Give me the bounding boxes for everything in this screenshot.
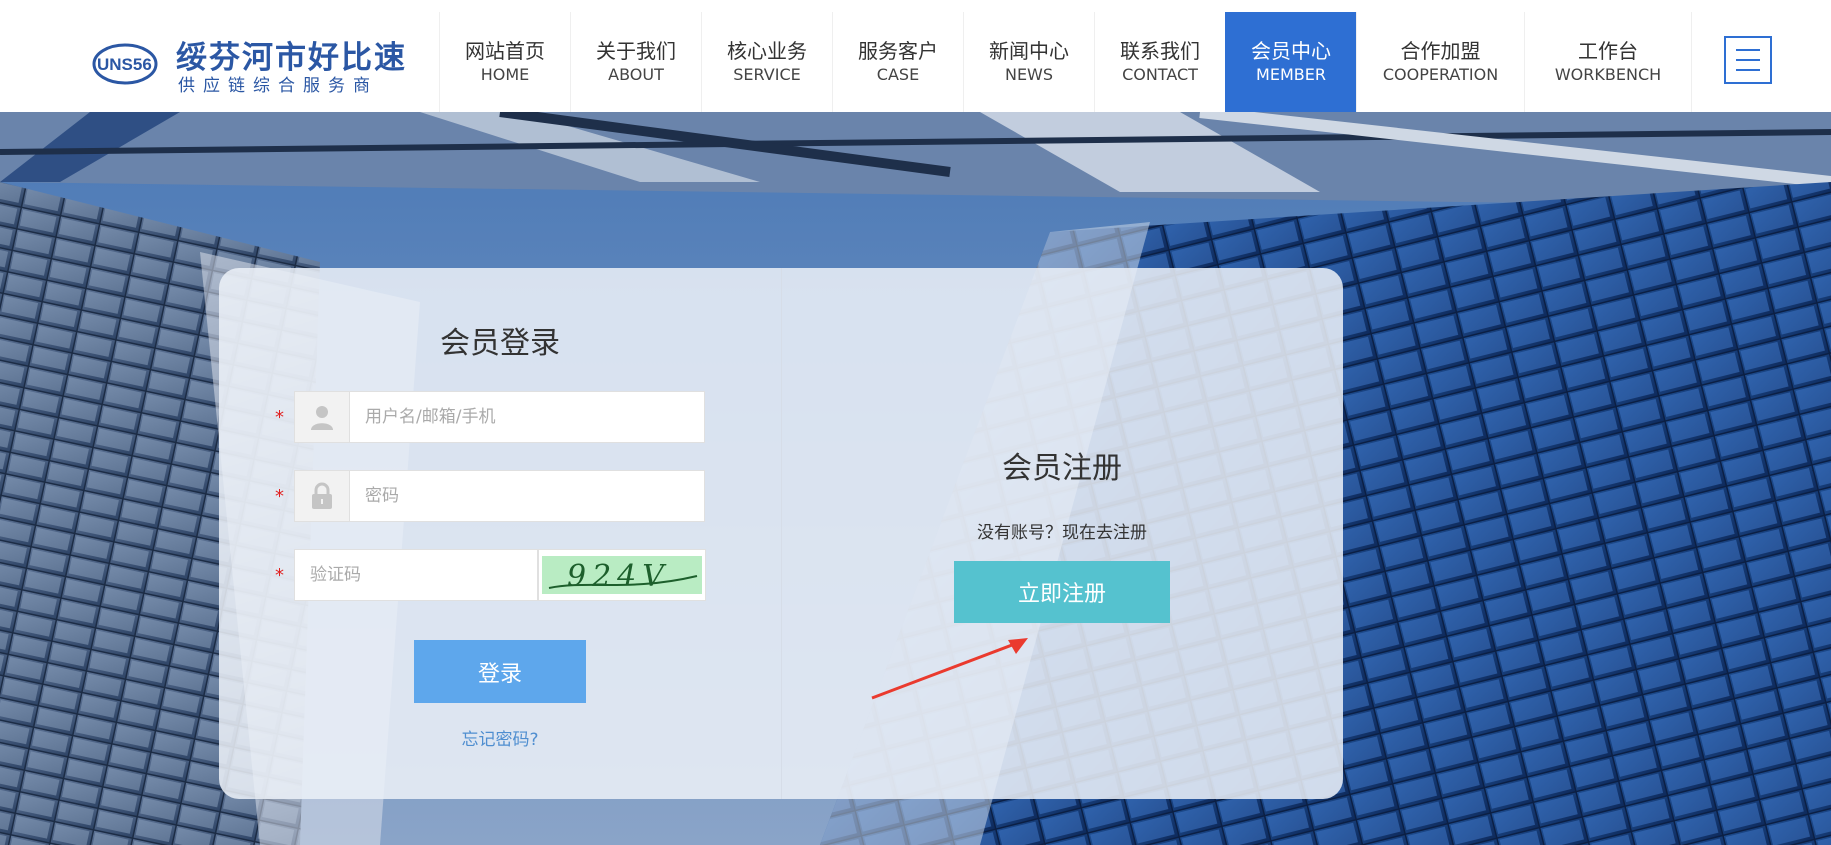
annotation-arrow-icon (871, 638, 1028, 700)
nav-label-en: NEWS (1004, 65, 1054, 84)
nav-label-en: WORKBENCH (1554, 65, 1662, 84)
register-title: 会员注册 (1002, 451, 1122, 486)
nav-label-zh: 会员中心 (1251, 39, 1331, 63)
nav-label-en: ABOUT (608, 65, 664, 84)
nav-item-about[interactable]: 关于我们 ABOUT (570, 12, 701, 112)
nav-label-zh: 新闻中心 (989, 39, 1069, 63)
logo-mark-text: UNS56 (97, 55, 152, 74)
nav-label-en: HOME (480, 65, 530, 84)
password-input[interactable] (350, 471, 667, 521)
nav-item-cooperation[interactable]: 合作加盟 COOPERATION (1356, 12, 1524, 112)
captcha-input[interactable] (295, 550, 532, 600)
menu-bar (1736, 69, 1760, 71)
nav-label-en: CONTACT (1122, 65, 1198, 84)
site-logo[interactable]: UNS56 绥芬河市好比速 供应链综合服务商 (92, 30, 412, 96)
site-header: UNS56 绥芬河市好比速 供应链综合服务商 网站首页 HOME 关于我们 ABOU… (0, 0, 1831, 112)
nav-item-contact[interactable]: 联系我们 CONTACT (1094, 12, 1225, 112)
hamburger-menu-icon[interactable] (1724, 36, 1772, 84)
required-mark: * (275, 565, 284, 586)
nav-label-en: SERVICE (733, 65, 801, 84)
nav-item-service[interactable]: 核心业务 SERVICE (701, 12, 832, 112)
nav-label-en: COOPERATION (1382, 65, 1499, 84)
forgot-password-link[interactable]: 忘记密码? (219, 725, 781, 750)
nav-label-zh: 网站首页 (465, 39, 545, 63)
member-card: 会员登录 * * * 924V 登录 (219, 268, 1343, 799)
nav-item-news[interactable]: 新闻中心 NEWS (963, 12, 1094, 112)
password-field: * (275, 470, 705, 522)
nav-label-zh: 合作加盟 (1400, 39, 1481, 63)
nav-label-zh: 服务客户 (858, 39, 938, 63)
login-title: 会员登录 (440, 326, 560, 361)
nav-label-zh: 联系我们 (1120, 39, 1200, 63)
main-nav: 网站首页 HOME 关于我们 ABOUT 核心业务 SERVICE 服务客户 CASE … (439, 12, 1692, 112)
register-button[interactable]: 立即注册 (954, 561, 1170, 623)
required-mark: * (275, 407, 284, 428)
captcha-text: 924V (567, 559, 670, 594)
user-icon (295, 392, 350, 442)
nav-label-zh: 关于我们 (596, 39, 676, 63)
logo-subtitle: 供应链综合服务商 (178, 76, 378, 96)
menu-bar (1736, 49, 1760, 51)
captcha-image[interactable]: 924V (538, 549, 706, 601)
nav-label-en: CASE (876, 65, 920, 84)
captcha-field: * (275, 549, 538, 601)
nav-item-case[interactable]: 服务客户 CASE (832, 12, 963, 112)
required-mark: * (275, 486, 284, 507)
lock-icon (295, 471, 350, 521)
logo-mark-icon: UNS56 (92, 43, 158, 85)
nav-item-home[interactable]: 网站首页 HOME (439, 12, 570, 112)
login-button[interactable]: 登录 (414, 640, 586, 703)
nav-label-zh: 工作台 (1578, 39, 1638, 63)
nav-label-zh: 核心业务 (727, 39, 807, 63)
nav-label-en: MEMBER (1256, 65, 1326, 84)
nav-item-member[interactable]: 会员中心 MEMBER (1225, 12, 1356, 112)
username-input[interactable] (350, 392, 667, 442)
nav-item-workbench[interactable]: 工作台 WORKBENCH (1524, 12, 1692, 112)
username-field: * (275, 391, 705, 443)
menu-bar (1736, 59, 1760, 61)
register-description: 没有账号？现在去注册 (977, 523, 1147, 543)
